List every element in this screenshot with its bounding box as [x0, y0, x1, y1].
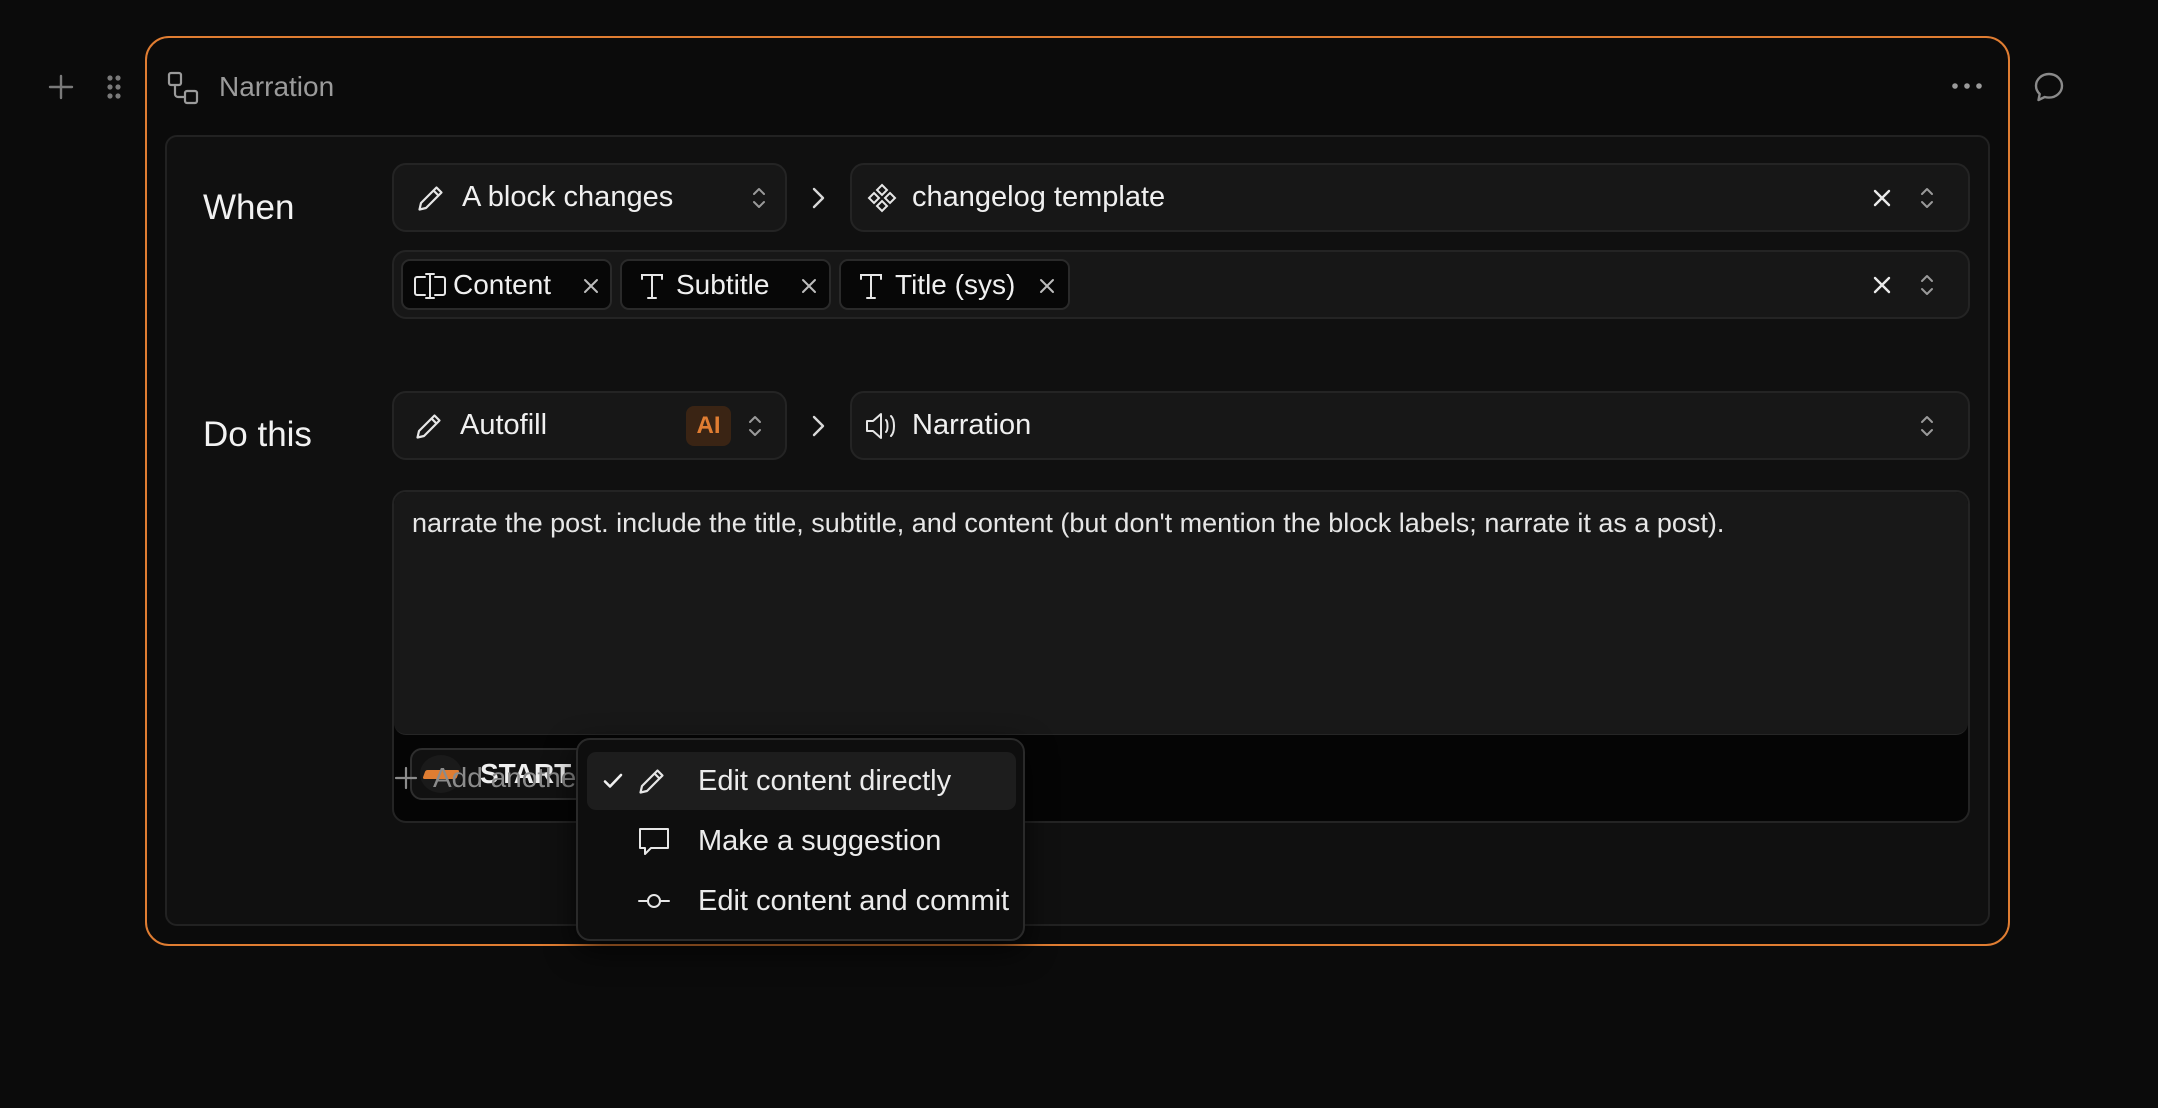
- output-field-select[interactable]: Narration: [850, 391, 1970, 460]
- field-tag-label: Title (sys): [895, 268, 1016, 300]
- more-options-button[interactable]: [1947, 72, 1987, 100]
- menu-item-label: Edit content and commit: [698, 884, 1010, 917]
- chevron-up-down-icon: [1921, 415, 1933, 436]
- remove-tag-icon[interactable]: [799, 276, 819, 296]
- field-tag-label: Subtitle: [676, 268, 770, 300]
- target-template-select[interactable]: changelog template: [850, 163, 1970, 232]
- chevron-up-down-icon: [1921, 274, 1933, 295]
- component-icon: [867, 183, 897, 213]
- prompt-textarea[interactable]: narrate the post. include the title, sub…: [394, 492, 1968, 735]
- ai-badge: AI: [686, 406, 731, 446]
- remove-tag-icon[interactable]: [1037, 276, 1057, 296]
- trigger-select[interactable]: A block changes: [392, 163, 787, 232]
- field-tag-content: Content: [401, 259, 612, 310]
- comment-icon: [2034, 72, 2064, 102]
- speaker-icon: [866, 413, 895, 439]
- when-label: When: [203, 188, 295, 227]
- edit-mode-menu: Edit content directly Make a suggestion …: [576, 738, 1025, 941]
- text-type-icon: [641, 274, 663, 299]
- block-title: Narration: [219, 71, 335, 102]
- clear-icon[interactable]: [1871, 187, 1893, 209]
- drag-handle[interactable]: [100, 70, 128, 104]
- menu-item-label: Edit content directly: [698, 764, 952, 797]
- clear-icon[interactable]: [1871, 274, 1893, 296]
- text-cursor-icon: [414, 273, 446, 299]
- add-another-action-button[interactable]: Add another: [393, 762, 586, 794]
- automation-icon: [167, 71, 199, 105]
- do-this-label: Do this: [203, 415, 312, 454]
- more-horizontal-icon: [1952, 83, 1982, 89]
- speech-bubble-icon: [639, 828, 669, 855]
- menu-item-edit-and-commit[interactable]: Edit content and commit: [587, 872, 1016, 930]
- add-another-label: Add another: [433, 762, 586, 793]
- menu-item-label: Make a suggestion: [698, 824, 942, 857]
- commit-icon: [638, 894, 670, 908]
- arrow-right-icon: [812, 187, 825, 209]
- chevron-up-down-icon: [753, 187, 765, 208]
- automation-config: When A block changes changelog template …: [165, 135, 1990, 926]
- plus-icon: [48, 74, 74, 100]
- output-field-label: Narration: [912, 409, 1032, 441]
- checkmark-icon: [603, 773, 623, 788]
- remove-tag-icon[interactable]: [581, 276, 601, 296]
- trigger-label: A block changes: [462, 181, 674, 213]
- menu-item-edit-directly[interactable]: Edit content directly: [587, 752, 1016, 810]
- menu-item-make-suggestion[interactable]: Make a suggestion: [587, 812, 1016, 870]
- pencil-icon: [418, 186, 443, 211]
- field-tag-title-sys: Title (sys): [839, 259, 1070, 310]
- arrow-right-icon: [812, 415, 825, 437]
- field-tag-label: Content: [453, 268, 552, 300]
- add-block-button[interactable]: [44, 70, 78, 104]
- comment-button[interactable]: [2030, 68, 2068, 106]
- chevron-up-down-icon: [1921, 187, 1933, 208]
- text-type-icon: [860, 274, 882, 299]
- automation-block: Narration When A block changes changelog…: [145, 36, 2010, 946]
- action-select[interactable]: Autofill AI: [392, 391, 787, 460]
- plus-icon: [394, 766, 418, 790]
- watched-fields-select[interactable]: Content Subtitle Title (sys): [392, 250, 1970, 319]
- pencil-icon: [416, 414, 441, 439]
- drag-handle-icon: [107, 75, 121, 99]
- field-tag-subtitle: Subtitle: [620, 259, 831, 310]
- chevron-up-down-icon: [749, 415, 761, 436]
- pencil-icon: [639, 769, 664, 794]
- target-template-label: changelog template: [912, 181, 1166, 213]
- action-label: Autofill: [460, 409, 548, 441]
